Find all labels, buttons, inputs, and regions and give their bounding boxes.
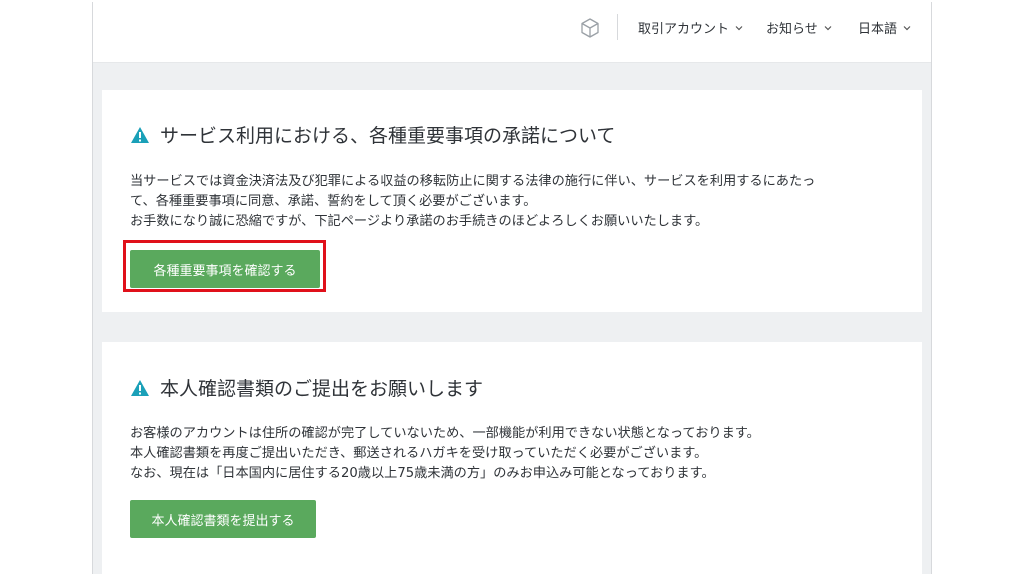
chevron-down-icon bbox=[824, 25, 832, 30]
body-line: 本人確認書類を再度ご提出いただき、郵送されるハガキを受け取っていただく必要がござ… bbox=[130, 446, 708, 461]
highlight-box bbox=[123, 240, 326, 292]
chevron-down-icon bbox=[903, 25, 911, 30]
language-menu-label: 日本語 bbox=[858, 22, 898, 37]
submit-id-documents-button[interactable]: 本人確認書類を提出する bbox=[130, 500, 316, 538]
header-divider bbox=[617, 14, 618, 40]
body-line: お手数になり誠に恐縮ですが、下記ページより承諾のお手続きのほどよろしくお願いいた… bbox=[130, 214, 709, 229]
language-menu[interactable]: 日本語 bbox=[858, 18, 911, 37]
notice-menu[interactable]: お知らせ bbox=[766, 18, 832, 37]
card-title-text: サービス利用における、各種重要事項の承諾について bbox=[160, 125, 616, 147]
card-body: お客様のアカウントは住所の確認が完了していないため、一部機能が利用できない状態と… bbox=[130, 424, 910, 484]
top-header: 取引アカウント お知らせ 日本語 bbox=[93, 2, 931, 63]
warning-icon bbox=[131, 379, 149, 396]
card-title-text: 本人確認書類のご提出をお願いします bbox=[160, 378, 484, 400]
body-line: 当サービスでは資金決済法及び犯罪による収益の移転防止に関する法律の施行に伴い、サ… bbox=[130, 174, 816, 189]
card-body: 当サービスでは資金決済法及び犯罪による収益の移転防止に関する法律の施行に伴い、サ… bbox=[130, 172, 910, 232]
warning-icon bbox=[131, 126, 149, 143]
cube-icon[interactable] bbox=[579, 17, 601, 39]
chevron-down-icon bbox=[735, 25, 743, 30]
account-menu-label: 取引アカウント bbox=[638, 22, 730, 37]
account-menu[interactable]: 取引アカウント bbox=[638, 18, 743, 37]
identity-document-card: 本人確認書類のご提出をお願いします お客様のアカウントは住所の確認が完了していな… bbox=[102, 342, 922, 574]
card-title: 本人確認書類のご提出をお願いします bbox=[130, 374, 483, 401]
body-line: お客様のアカウントは住所の確認が完了していないため、一部機能が利用できない状態と… bbox=[130, 426, 760, 441]
card-title: サービス利用における、各種重要事項の承諾について bbox=[130, 121, 615, 148]
notice-menu-label: お知らせ bbox=[766, 22, 818, 37]
body-line: なお、現在は「日本国内に居住する20歳以上75歳未満の方」のみお申込み可能となっ… bbox=[130, 466, 715, 481]
body-line: て、各種重要事項に同意、承諾、誓約をして頂く必要がございます。 bbox=[130, 194, 537, 209]
